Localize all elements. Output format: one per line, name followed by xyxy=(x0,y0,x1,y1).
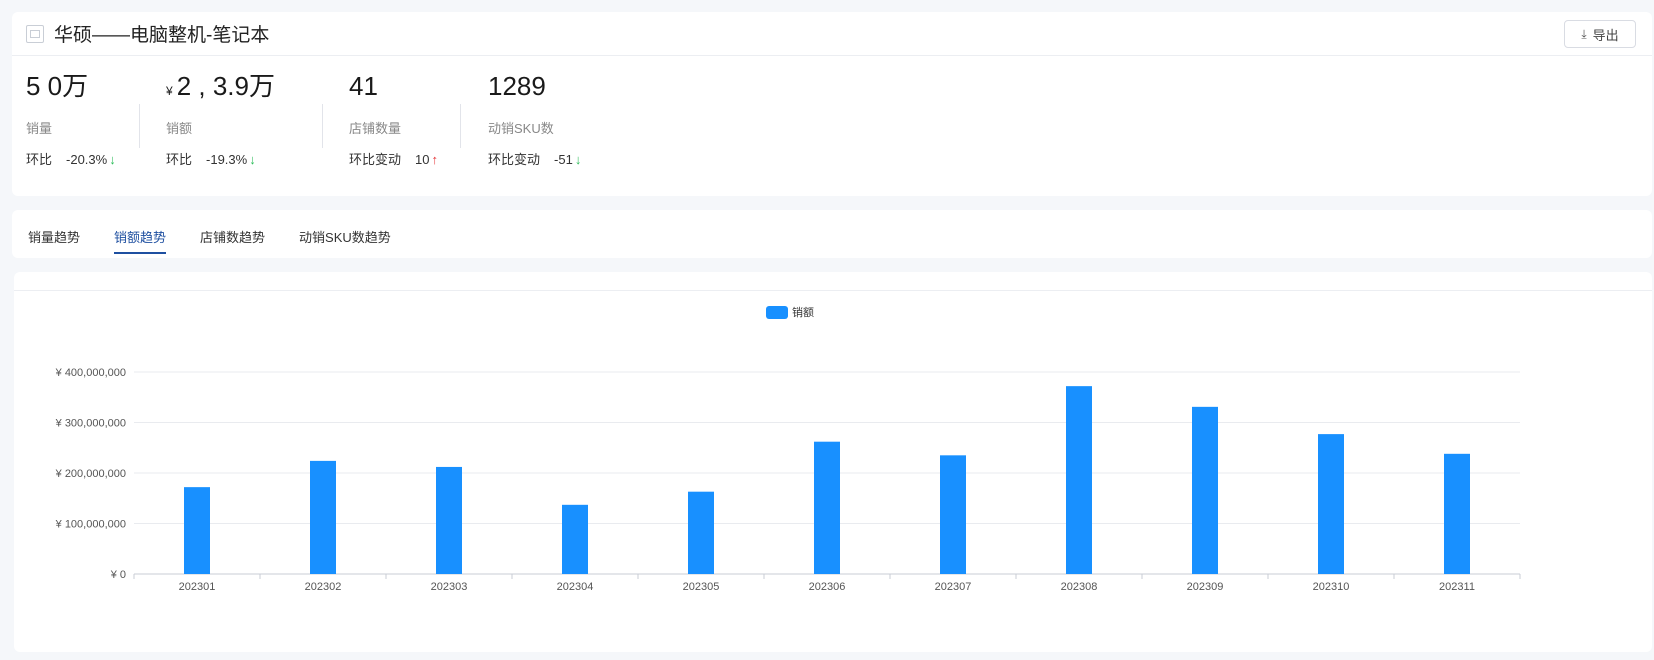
metric-sales-volume: 5 0万 销量 环比 -20.3% ↓ xyxy=(12,68,152,168)
metric-label: 店铺数量 xyxy=(349,121,402,136)
page-title: 华硕——电脑整机-笔记本 xyxy=(54,25,270,46)
metrics-row: 5 0万 销量 环比 -20.3% ↓ ¥2 , 3.9万 销额 环比 -19.3% ↓… xyxy=(12,68,674,168)
bar xyxy=(1444,453,1470,574)
x-tick-label: 202301 xyxy=(179,581,216,593)
metric-compare: 环比 -20.3% ↓ xyxy=(26,152,116,167)
bar xyxy=(1192,406,1218,574)
arrow-down-icon: ↓ xyxy=(249,152,256,167)
divider xyxy=(460,104,461,148)
bar xyxy=(436,466,462,574)
metric-store-count: 41 店铺数量 环比变动 10 ↑ xyxy=(335,68,474,168)
tab-store-count-trend[interactable]: 店铺数趋势 xyxy=(200,210,265,258)
x-tick-label: 202303 xyxy=(431,581,468,593)
metric-sales-amount: ¥2 , 3.9万 销额 环比 -19.3% ↓ xyxy=(152,68,335,168)
x-tick-label: 202307 xyxy=(935,581,972,593)
trend-tabs: 销量趋势 销额趋势 店铺数趋势 动销SKU数趋势 xyxy=(12,210,1652,258)
x-tick-label: 202311 xyxy=(1439,581,1475,593)
bar xyxy=(940,455,966,574)
y-tick-label: ¥ 200,000,000 xyxy=(55,468,126,480)
metric-compare: 环比变动 10 ↑ xyxy=(349,152,438,167)
image-icon xyxy=(26,24,44,43)
legend-swatch xyxy=(766,306,788,319)
bar xyxy=(688,491,714,574)
x-tick-label: 202304 xyxy=(557,581,594,593)
metric-value: 1289 xyxy=(488,71,546,101)
tab-sales-amount-trend[interactable]: 销额趋势 xyxy=(114,210,167,258)
divider xyxy=(322,104,323,148)
chart-card: 销额 ¥ 0 ¥ 100,000,000 ¥ 200,000,000 ¥ 300,000… xyxy=(14,272,1652,652)
bar xyxy=(562,504,588,574)
legend-label: 销额 xyxy=(792,305,814,319)
x-tick-label: 202308 xyxy=(1061,581,1098,593)
bar xyxy=(184,487,210,574)
title-bar: 华硕——电脑整机-笔记本 ⤓ 导出 xyxy=(12,12,1652,56)
export-button[interactable]: ⤓ 导出 xyxy=(1564,20,1636,48)
export-label: 导出 xyxy=(1592,27,1619,43)
y-tick-label: ¥ 400,000,000 xyxy=(55,367,126,379)
x-tick-label: 202302 xyxy=(305,581,342,593)
metric-compare: 环比变动 -51 ↓ xyxy=(488,152,582,167)
divider xyxy=(139,104,140,148)
bar xyxy=(310,460,336,574)
metric-label: 销额 xyxy=(166,121,193,136)
x-tick-label: 202306 xyxy=(809,581,846,593)
x-tick-label: 202310 xyxy=(1313,581,1350,593)
y-tick-label: ¥ 300,000,000 xyxy=(55,418,126,430)
x-tick-label: 202309 xyxy=(1187,581,1224,593)
metric-value: ¥2 , 3.9万 xyxy=(166,71,275,101)
metric-sku-count: 1289 动销SKU数 环比变动 -51 ↓ xyxy=(474,68,674,168)
x-tick-label: 202305 xyxy=(683,581,720,593)
summary-card: 华硕——电脑整机-笔记本 ⤓ 导出 5 0万 销量 环比 -20.3% ↓ ¥2 ,… xyxy=(12,12,1652,196)
metric-value: 5 0万 xyxy=(26,71,89,101)
sales-amount-bar-chart: 销额 ¥ 0 ¥ 100,000,000 ¥ 200,000,000 ¥ 300,000… xyxy=(55,305,1521,593)
metric-label: 动销SKU数 xyxy=(488,121,554,136)
metric-value: 41 xyxy=(349,71,378,101)
bar xyxy=(1066,386,1092,574)
tabs-card: 销量趋势 销额趋势 店铺数趋势 动销SKU数趋势 xyxy=(12,210,1652,258)
arrow-down-icon: ↓ xyxy=(109,152,116,167)
arrow-down-icon: ↓ xyxy=(574,152,582,167)
arrow-up-icon: ↑ xyxy=(431,152,438,167)
y-tick-label: ¥ 0 xyxy=(110,569,126,581)
download-icon: ⤓ xyxy=(1581,26,1587,41)
bar xyxy=(1318,434,1344,574)
metric-compare: 环比 -19.3% ↓ xyxy=(166,152,256,167)
y-tick-label: ¥ 100,000,000 xyxy=(55,519,126,531)
tab-sku-count-trend[interactable]: 动销SKU数趋势 xyxy=(299,210,391,258)
metric-label: 销量 xyxy=(26,121,53,136)
tab-sales-volume-trend[interactable]: 销量趋势 xyxy=(28,210,80,258)
bar xyxy=(814,441,840,574)
